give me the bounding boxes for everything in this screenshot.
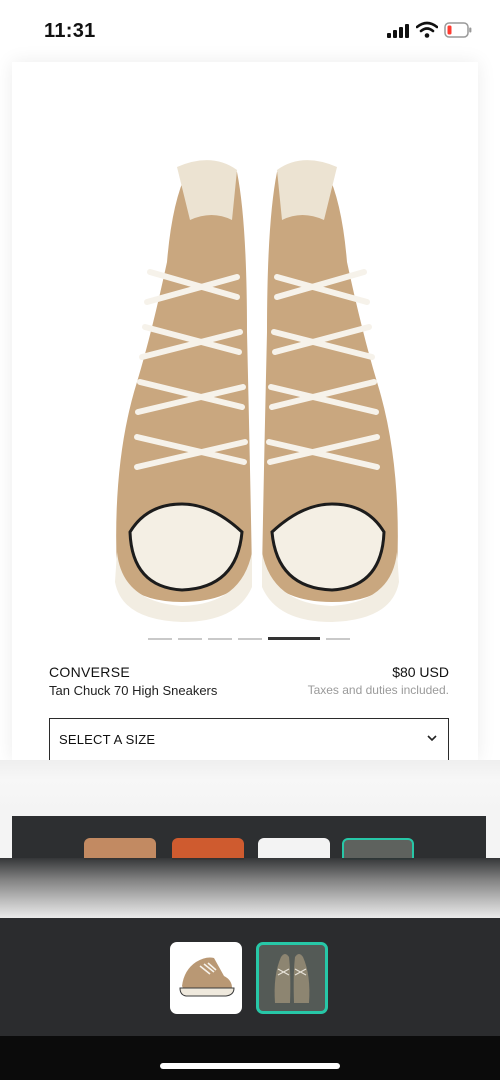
tax-note: Taxes and duties included. [307,683,449,697]
sneaker-side-view-image [179,957,235,997]
image-pager[interactable] [148,637,350,641]
product-name: Tan Chuck 70 High Sneakers [49,683,218,698]
product-card: CONVERSE Tan Chuck 70 High Sneakers $80 … [12,62,478,760]
pager-dot[interactable] [178,638,202,640]
thumbnail-preview [84,838,156,860]
size-select-label: SELECT A SIZE [59,732,156,747]
pager-dot-active[interactable] [268,637,320,640]
thumbnail-preview [342,838,414,860]
wifi-icon [416,21,438,38]
status-bar: 11:31 [0,0,500,62]
thumbnail-tan-sneaker-side-view[interactable] [170,942,242,1014]
home-bar-area [0,1036,500,1080]
size-select-dropdown[interactable]: SELECT A SIZE [49,718,449,760]
pager-dot[interactable] [208,638,232,640]
product-price: $80 USD [392,664,449,680]
sneakers-top-view-image [274,954,310,1003]
cellular-signal-icon [387,24,409,38]
product-image-sneakers[interactable] [112,132,402,622]
thumbnail-tray [0,918,500,1036]
blurred-overlay [0,858,500,920]
thumbnail-preview [258,838,330,860]
home-indicator[interactable] [160,1063,340,1069]
thumbnail-sneakers-top-view-selected[interactable] [256,942,328,1014]
pager-dot[interactable] [238,638,262,640]
pager-dot[interactable] [148,638,172,640]
chevron-down-icon [427,735,437,742]
pager-dot[interactable] [326,638,350,640]
product-brand: CONVERSE [49,664,130,680]
status-time: 11:31 [44,20,96,42]
battery-low-icon [444,22,472,38]
thumbnail-preview [172,838,244,860]
